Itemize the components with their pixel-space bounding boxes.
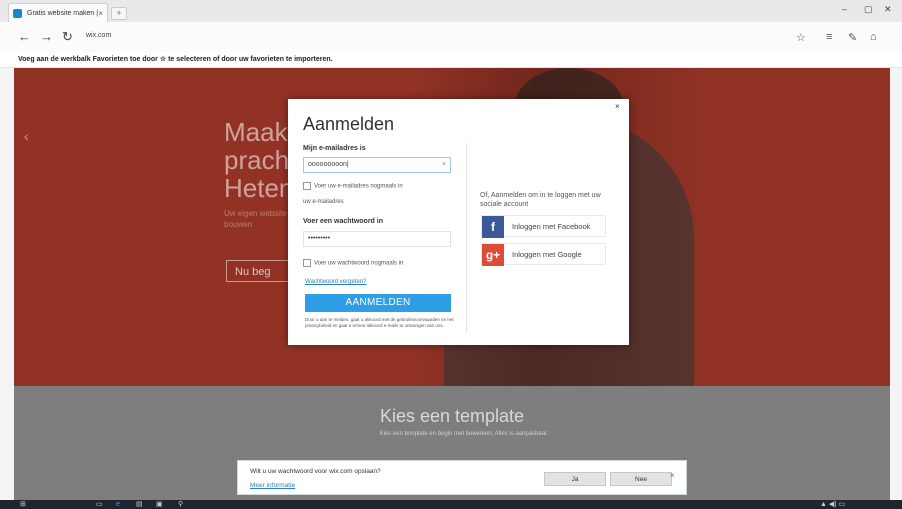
browser-tab[interactable]: Gratis website maken | × bbox=[8, 3, 108, 22]
task-view-icon[interactable]: ▭ bbox=[96, 501, 103, 508]
hero-start-button[interactable]: Nu beg bbox=[226, 260, 296, 282]
checkbox-icon bbox=[303, 182, 311, 190]
store-icon[interactable]: ▣ bbox=[156, 501, 163, 508]
close-window-icon[interactable]: ✕ bbox=[884, 4, 892, 15]
tab-title: Gratis website maken | bbox=[27, 10, 99, 17]
forward-icon[interactable]: → bbox=[40, 30, 53, 43]
reload-icon[interactable]: ↻ bbox=[62, 30, 73, 43]
password-save-prompt: Wilt u uw wachtwoord voor wix.com opslaa… bbox=[250, 468, 381, 475]
password-bar-close-icon[interactable]: × bbox=[670, 471, 675, 480]
confirm-password-placeholder: Voer uw wachtwoord nogmaals in bbox=[314, 260, 404, 267]
browser-nav-bar: ← → ↻ wix.com ☆ ≡ ✎ ⌂ bbox=[0, 22, 902, 53]
google-plus-icon: g+ bbox=[482, 244, 504, 266]
facebook-login-label: Inloggen met Facebook bbox=[512, 222, 591, 231]
maximize-icon[interactable]: ▢ bbox=[864, 4, 873, 15]
facebook-icon: f bbox=[482, 216, 504, 238]
email-field[interactable]: ooooooooon| × bbox=[303, 157, 451, 173]
wix-favicon-icon bbox=[13, 9, 22, 18]
more-info-link[interactable]: Meer informatie bbox=[250, 482, 295, 489]
confirm-password-field[interactable]: Voer uw wachtwoord nogmaals in bbox=[303, 259, 403, 267]
search-icon[interactable]: ⚲ bbox=[178, 501, 183, 508]
favorites-bar: Voeg aan de werkbalk Favorieten toe door… bbox=[0, 52, 902, 68]
template-section-description: Kies een template en begin met bewerken.… bbox=[379, 431, 549, 437]
checkbox-icon bbox=[303, 259, 311, 267]
modal-close-icon[interactable]: × bbox=[615, 102, 620, 111]
hero-decoration-icon: ‹ bbox=[24, 128, 29, 144]
google-login-label: Inloggen met Google bbox=[512, 250, 582, 259]
minimize-icon[interactable]: – bbox=[842, 4, 847, 14]
password-label: Voer een wachtwoord in bbox=[303, 218, 383, 225]
email-value: ooooooooon| bbox=[308, 161, 349, 168]
windows-taskbar: ⊞ ▭ e ▤ ▣ ⚲ ▲ ◀) ▭ bbox=[0, 500, 902, 509]
star-icon[interactable]: ☆ bbox=[796, 31, 806, 44]
modal-divider bbox=[466, 143, 467, 333]
browser-tab-bar: Gratis website maken | × + – ▢ ✕ bbox=[0, 0, 902, 23]
tab-close-icon[interactable]: × bbox=[98, 4, 103, 22]
facebook-login-button[interactable]: f Inloggen met Facebook bbox=[481, 215, 606, 238]
share-icon[interactable]: ⌂ bbox=[870, 31, 877, 43]
social-login-intro: Of, Aanmelden om in te loggen met uw soc… bbox=[480, 192, 601, 208]
windows-icon[interactable]: ⊞ bbox=[20, 501, 26, 508]
confirm-email-placeholder: Voer uw e-mailadres nogmaals in bbox=[314, 183, 403, 190]
forgot-password-link[interactable]: Wachtwoord vergeten? bbox=[305, 279, 366, 285]
login-modal: × Aanmelden Mijn e-mailadres is oooooooo… bbox=[288, 99, 629, 345]
google-login-button[interactable]: g+ Inloggen met Google bbox=[481, 243, 606, 266]
password-save-bar: Wilt u uw wachtwoord voor wix.com opslaa… bbox=[237, 460, 687, 495]
hero-subtext: Uw eigen website bouwen bbox=[224, 209, 287, 229]
submit-button[interactable]: AANMELDEN bbox=[305, 294, 451, 312]
template-section-title: Kies een template bbox=[379, 406, 525, 426]
address-bar[interactable]: wix.com bbox=[86, 32, 111, 39]
edge-icon[interactable]: e bbox=[116, 501, 120, 508]
system-tray[interactable]: ▲ ◀) ▭ bbox=[820, 501, 845, 508]
new-tab-button[interactable]: + bbox=[111, 7, 127, 20]
reading-list-icon[interactable]: ≡ bbox=[826, 31, 832, 43]
notes-icon[interactable]: ✎ bbox=[848, 31, 857, 44]
terms-text: Door u aan te melden, gaat u akkoord met… bbox=[305, 317, 454, 328]
email-label: Mijn e-mailadres is bbox=[303, 145, 366, 152]
favorites-bar-hint[interactable]: Voeg aan de werkbalk Favorieten toe door… bbox=[18, 55, 333, 63]
clear-icon[interactable]: × bbox=[442, 158, 446, 172]
password-value: ••••••••• bbox=[308, 235, 331, 242]
confirm-email-field[interactable]: Voer uw e-mailadres nogmaals in bbox=[303, 182, 403, 190]
save-yes-button[interactable]: Ja bbox=[544, 472, 606, 486]
password-field[interactable]: ••••••••• bbox=[303, 231, 451, 247]
back-icon[interactable]: ← bbox=[18, 30, 31, 43]
email-hint: uw e-mailadres bbox=[303, 199, 344, 205]
save-no-button[interactable]: Nee bbox=[610, 472, 672, 486]
modal-title: Aanmelden bbox=[303, 114, 395, 134]
explorer-icon[interactable]: ▤ bbox=[136, 501, 143, 508]
